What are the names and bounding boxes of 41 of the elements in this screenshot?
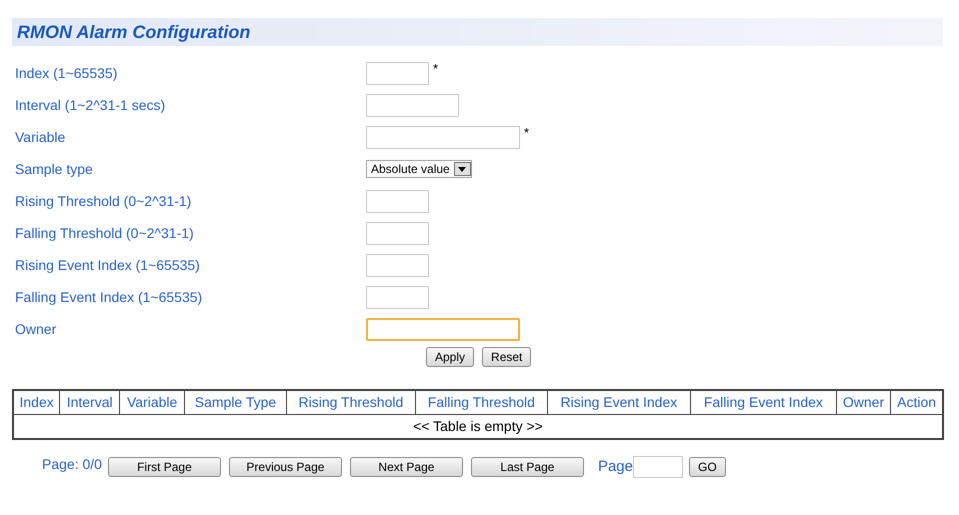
pagination-button[interactable]: First Page	[108, 457, 221, 478]
field-label: Sample type	[14, 160, 94, 179]
field-label: Owner	[14, 320, 58, 338]
column-header: Falling Threshold	[415, 390, 548, 414]
apply-button[interactable]: Apply	[426, 347, 474, 367]
go-button[interactable]: GO	[688, 457, 726, 478]
input-field[interactable]	[366, 318, 520, 340]
input-field[interactable]	[366, 286, 429, 308]
column-header: Owner	[836, 390, 891, 414]
required-mark: *	[524, 126, 530, 138]
input-field[interactable]	[366, 254, 429, 276]
field-label: Interval (1~2^31-1 secs)	[14, 96, 166, 115]
pagination-button[interactable]: Next Page	[350, 457, 463, 478]
input-field[interactable]	[366, 62, 429, 84]
required-mark: *	[433, 62, 438, 74]
input-field[interactable]	[366, 126, 520, 148]
page-info: Page: 0/0	[42, 454, 102, 474]
field-label: Rising Threshold (0~2^31-1)	[14, 192, 192, 211]
column-header: Interval	[60, 390, 120, 414]
input-field[interactable]	[366, 190, 429, 212]
page-label: Page	[598, 457, 633, 477]
reset-button[interactable]: Reset	[482, 347, 532, 367]
input-field[interactable]	[366, 94, 459, 116]
pagination-button[interactable]: Previous Page	[228, 457, 342, 478]
column-header: Rising Event Index	[547, 390, 690, 414]
page-number-field[interactable]	[632, 456, 683, 478]
input-field[interactable]	[366, 222, 429, 244]
column-header: Falling Event Index	[690, 390, 836, 414]
page-title: RMON Alarm Configuration	[17, 20, 250, 44]
caret-icon	[454, 162, 471, 176]
column-header: Rising Threshold	[286, 390, 416, 414]
field-label: Falling Threshold (0~2^31-1)	[14, 224, 195, 243]
column-header: Variable	[120, 390, 185, 414]
column-header: Sample Type	[184, 390, 286, 414]
pagination-button[interactable]: Last Page	[470, 457, 584, 478]
field-label: Rising Event Index (1~65535)	[14, 256, 201, 275]
field-label: Falling Event Index (1~65535)	[14, 288, 204, 307]
column-header: Index	[13, 390, 60, 414]
field-label: Index (1~65535)	[14, 64, 118, 83]
sample-type-dropdown[interactable]: Absolute value	[366, 160, 472, 178]
field-label: Variable	[14, 128, 66, 146]
